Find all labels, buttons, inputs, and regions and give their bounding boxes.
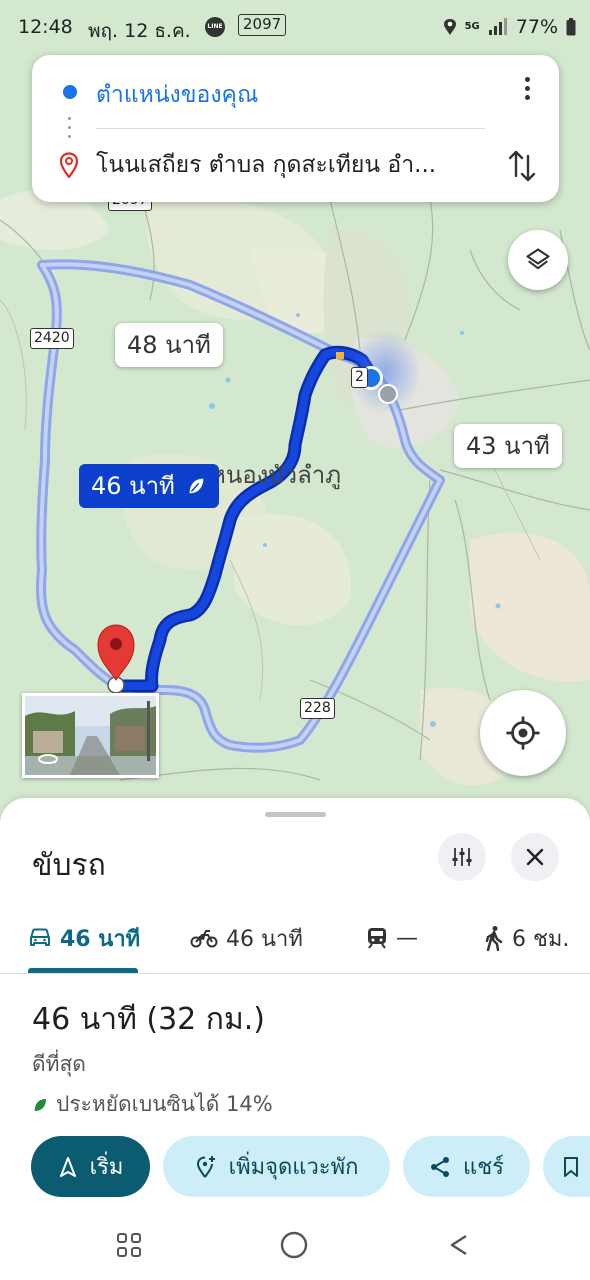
- train-icon: [368, 928, 386, 949]
- add-stop-label: เพิ่มจุดแวะพัก: [228, 1155, 359, 1180]
- layers-button[interactable]: [508, 230, 568, 290]
- status-indicators: 5G 77%: [443, 16, 576, 38]
- start-button[interactable]: เริ่ม: [31, 1136, 150, 1197]
- rotate-360-icon: [38, 754, 58, 764]
- status-date: พฤ. 12 ธ.ค.: [88, 20, 191, 42]
- street-view-thumbnail[interactable]: [22, 693, 159, 778]
- route-notification-badge: 2097: [238, 14, 287, 36]
- directions-bottom-sheet: ขับรถ 46 นาที 46 นาที — 6 ชม. 46 นาที (3…: [0, 798, 590, 1280]
- swap-icon[interactable]: [507, 149, 537, 183]
- navigation-arrow-icon: [59, 1156, 76, 1177]
- share-button[interactable]: แชร์: [403, 1136, 530, 1197]
- destination-field[interactable]: โนนเสถียร ตำบล กุดสะเทียน อำ...: [96, 147, 436, 183]
- tab-motorcycle[interactable]: 46 นาที: [190, 908, 303, 968]
- tab-walk-label: 6 ชม.: [512, 926, 570, 952]
- save-button[interactable]: [543, 1136, 590, 1197]
- car-icon: [30, 928, 50, 946]
- share-icon: [431, 1156, 450, 1177]
- close-icon: [526, 848, 544, 866]
- action-buttons: เริ่ม เพิ่มจุดแวะพัก แชร์: [0, 1136, 590, 1198]
- directions-card: ตำแหน่งของคุณ โนนเสถียร ตำบล กุดสะเทียน …: [32, 55, 559, 202]
- road-shield-left: 2420: [30, 328, 74, 349]
- eco-leaf-icon: [189, 478, 204, 494]
- tab-walk[interactable]: 6 ชม.: [484, 908, 569, 968]
- my-location-button[interactable]: [480, 690, 566, 776]
- home-icon[interactable]: [279, 1230, 309, 1260]
- system-nav-bar: [0, 1210, 590, 1280]
- bookmark-icon: [564, 1156, 578, 1177]
- add-stop-button[interactable]: เพิ่มจุดแวะพัก: [163, 1136, 390, 1197]
- tab-motorcycle-label: 46 นาที: [226, 926, 303, 952]
- crosshair-icon: [506, 716, 540, 750]
- add-location-icon: [196, 1155, 215, 1178]
- route-label-selected-text: 46 นาที: [91, 472, 175, 500]
- road-shield-bottom: 228: [300, 698, 335, 719]
- walk-icon: [485, 926, 503, 951]
- destination-pin-icon: [59, 152, 79, 178]
- sheet-title: ขับรถ: [32, 848, 106, 883]
- tab-drive-label: 46 นาที: [60, 926, 141, 952]
- best-route-label: ดีที่สุด: [32, 1052, 86, 1076]
- network-type: 5G: [464, 21, 480, 32]
- travel-mode-tabs: 46 นาที 46 นาที — 6 ชม.: [0, 908, 590, 974]
- road-shield-junction: 2: [351, 367, 368, 388]
- route-summary: 46 นาที (32 กม.): [32, 1002, 265, 1037]
- drag-handle[interactable]: [265, 812, 326, 817]
- place-name-label: หนองบัวลำภู: [210, 461, 342, 489]
- start-button-label: เริ่ม: [89, 1155, 124, 1180]
- route-options-button[interactable]: [438, 833, 486, 881]
- field-divider: [96, 128, 485, 129]
- eco-leaf-icon: [34, 1098, 46, 1111]
- layers-icon: [526, 248, 550, 270]
- share-button-label: แชร์: [463, 1155, 504, 1180]
- more-options-button[interactable]: [523, 77, 533, 107]
- back-icon[interactable]: [446, 1232, 472, 1258]
- route-label-selected[interactable]: 46 นาที: [79, 464, 219, 508]
- status-time: 12:48: [18, 16, 73, 38]
- recent-apps-icon[interactable]: [116, 1232, 142, 1258]
- tab-drive[interactable]: 46 นาที: [28, 908, 140, 968]
- route-label-alt-east[interactable]: 43 นาที: [454, 424, 562, 468]
- active-tab-indicator: [28, 968, 138, 973]
- signal-icon: [488, 18, 507, 35]
- line-app-icon: LINE: [205, 17, 225, 37]
- status-bar: 12:48 พฤ. 12 ธ.ค. LINE 2097 5G 77%: [0, 0, 590, 58]
- fuel-saving-note: ประหยัดเบนซินได้ 14%: [32, 1088, 273, 1121]
- battery-percent: 77%: [515, 16, 558, 38]
- motorcycle-icon: [190, 930, 218, 948]
- tune-icon: [452, 848, 472, 866]
- tab-transit-label: —: [396, 925, 418, 951]
- location-icon: [443, 19, 456, 35]
- origin-dot-icon: [63, 85, 77, 99]
- tab-transit[interactable]: —: [366, 908, 418, 968]
- origin-field[interactable]: ตำแหน่งของคุณ: [96, 77, 258, 113]
- route-label-alt-north[interactable]: 48 นาที: [115, 323, 223, 367]
- close-button[interactable]: [511, 833, 559, 881]
- fuel-saving-text: ประหยัดเบนซินได้ 14%: [56, 1092, 273, 1116]
- route-connector-dots: [68, 117, 72, 145]
- battery-icon: [566, 18, 576, 36]
